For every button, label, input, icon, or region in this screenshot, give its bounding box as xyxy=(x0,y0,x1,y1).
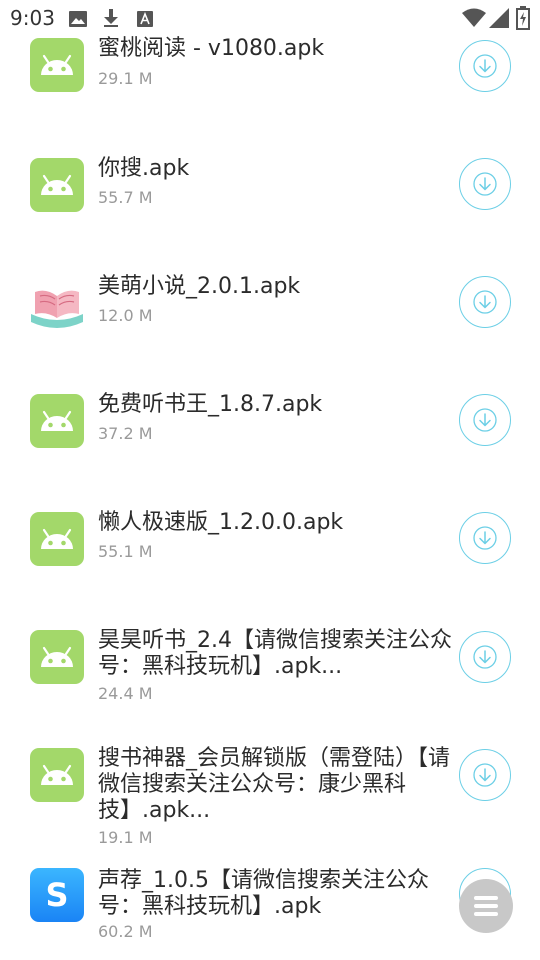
android-icon xyxy=(30,630,84,684)
download-button[interactable] xyxy=(459,512,511,564)
item-title: 懒人极速版_1.2.0.0.apk xyxy=(98,510,344,535)
item-size: 55.1 M xyxy=(98,542,153,561)
floating-menu-button[interactable] xyxy=(459,879,513,933)
arrow-down-icon xyxy=(473,290,497,314)
item-size: 19.1 M xyxy=(98,828,153,847)
download-button[interactable] xyxy=(459,40,511,92)
arrow-down-icon xyxy=(473,526,497,550)
status-bar: 9:03 xyxy=(0,0,540,36)
battery-charging-icon xyxy=(516,6,530,30)
arrow-down-icon xyxy=(473,763,497,787)
download-button[interactable] xyxy=(459,749,511,801)
item-title: 搜书神器_会员解锁版（需登陆）【请微信搜索关注公众号：康少黑科技】.apk... xyxy=(98,746,451,823)
android-icon xyxy=(30,748,84,802)
android-icon xyxy=(30,38,84,92)
item-size: 29.1 M xyxy=(98,69,153,88)
item-title: 美萌小说_2.0.1.apk xyxy=(98,274,301,299)
download-button[interactable] xyxy=(459,276,511,328)
status-time: 9:03 xyxy=(10,6,55,30)
item-title: 蜜桃阅读 - v1080.apk xyxy=(98,36,325,61)
item-title: 你搜.apk xyxy=(98,156,190,181)
arrow-down-icon xyxy=(473,645,497,669)
download-button[interactable] xyxy=(459,631,511,683)
image-icon xyxy=(69,11,87,27)
arrow-down-icon xyxy=(473,408,497,432)
item-size: 37.2 M xyxy=(98,424,153,443)
item-title: 免费听书王_1.8.7.apk xyxy=(98,392,323,417)
android-icon xyxy=(30,512,84,566)
s-app-icon: S xyxy=(30,868,84,922)
arrow-down-icon xyxy=(473,54,497,78)
android-icon xyxy=(30,394,84,448)
item-size: 55.7 M xyxy=(98,188,153,207)
download-button[interactable] xyxy=(459,394,511,446)
android-icon xyxy=(30,158,84,212)
item-size: 12.0 M xyxy=(98,306,153,325)
book-icon xyxy=(30,276,84,330)
download-button[interactable] xyxy=(459,158,511,210)
item-title: 昊昊听书_2.4【请微信搜索关注公众号：黑科技玩机】.apk... xyxy=(98,628,452,679)
arrow-down-icon xyxy=(473,172,497,196)
wifi-icon xyxy=(462,8,486,27)
item-title: 声荐_1.0.5【请微信搜索关注公众号：黑科技玩机】.apk xyxy=(98,868,429,919)
download-icon xyxy=(104,9,118,27)
font-icon xyxy=(137,11,153,27)
signal-icon xyxy=(489,8,509,28)
item-size: 60.2 M xyxy=(98,922,153,941)
item-size: 24.4 M xyxy=(98,684,153,703)
